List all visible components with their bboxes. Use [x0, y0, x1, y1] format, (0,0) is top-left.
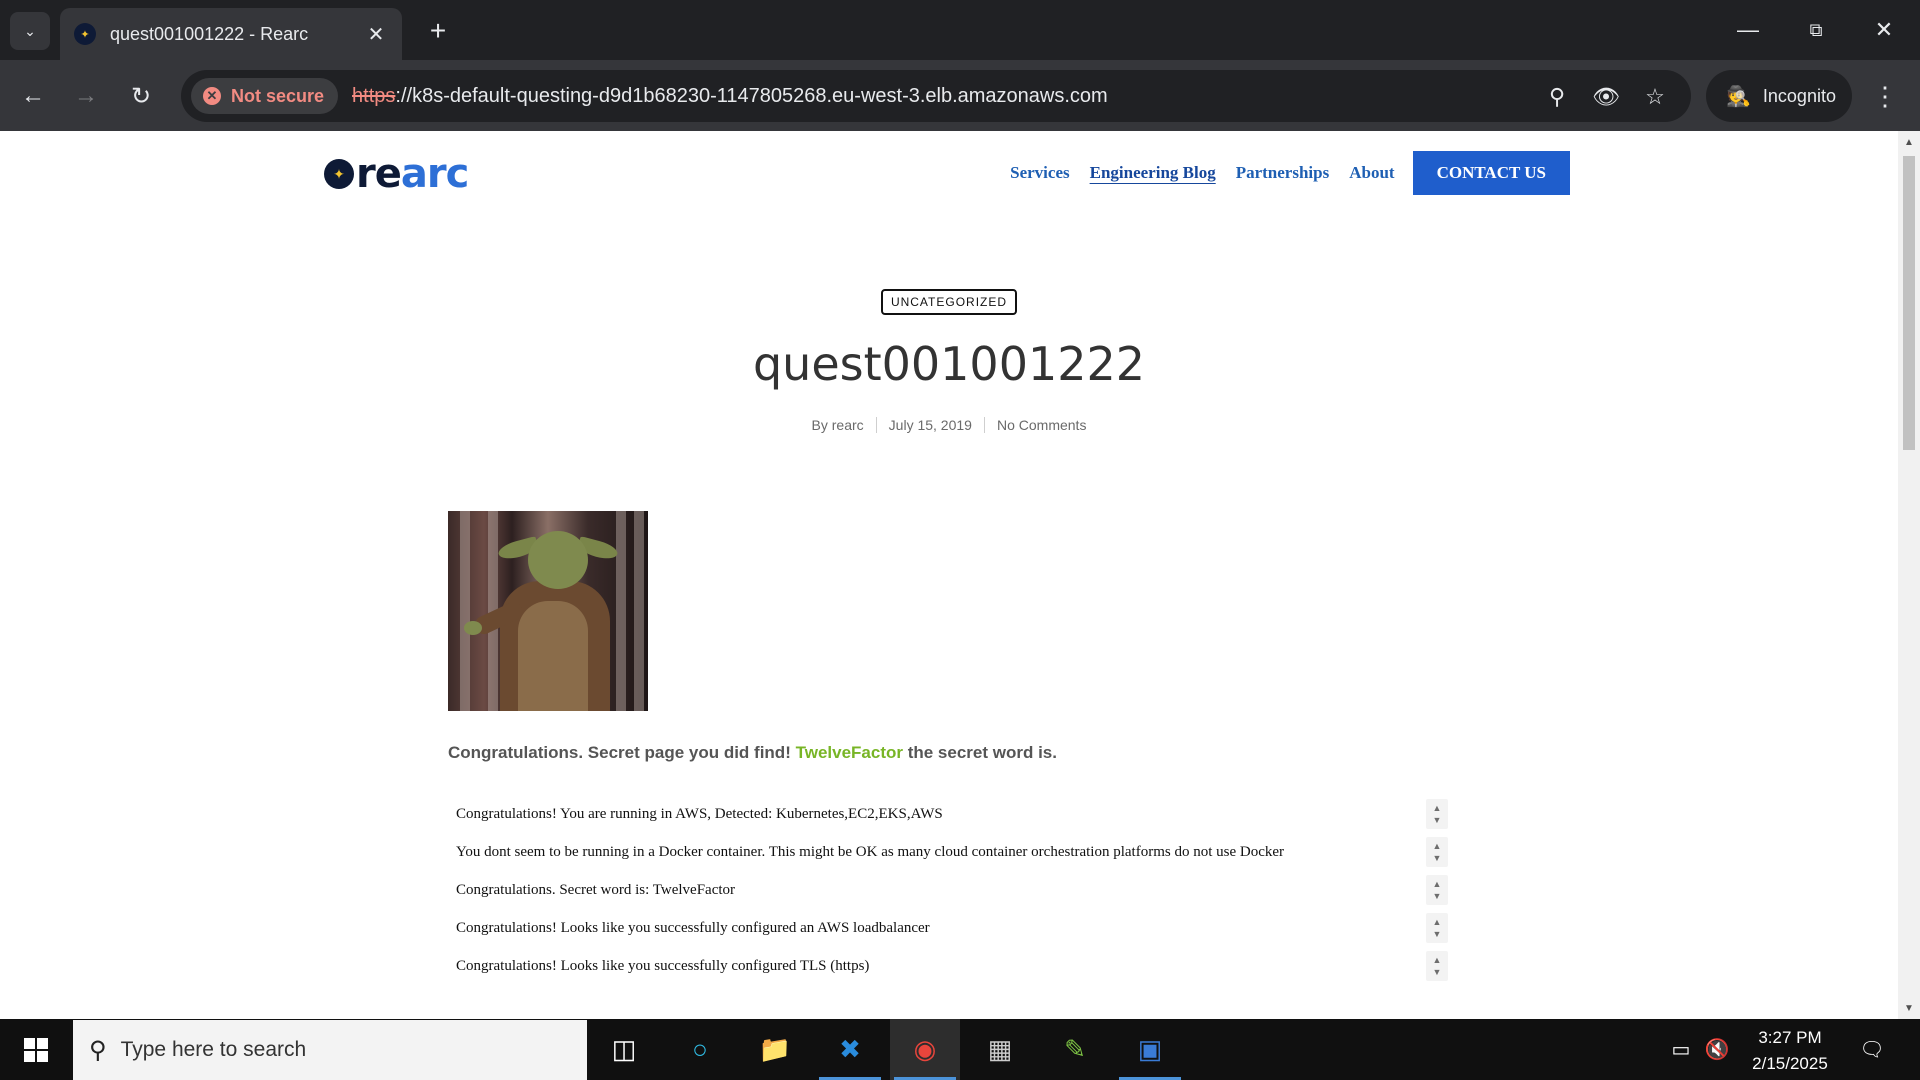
scroll-up-icon[interactable]: ▲ — [1903, 137, 1915, 148]
security-label: Not secure — [231, 85, 325, 106]
tab-close-icon[interactable]: ✕ — [364, 22, 388, 47]
security-chip[interactable]: ✕ Not secure — [191, 78, 339, 114]
scroll-spinner-icon[interactable]: ▲ ▼ — [1426, 837, 1448, 867]
check-row: You dont seem to be running in a Docker … — [448, 833, 1448, 871]
byline-author[interactable]: By rearc — [800, 417, 876, 433]
tab-search-icon[interactable]: ⌄ — [10, 12, 50, 50]
post-category-row: UNCATEGORIZED — [0, 289, 1898, 315]
tab-strip: ⌄ ✦ quest001001222 - Rearc ✕ + — ⧉ ✕ — [0, 0, 1920, 60]
secret-post: the secret word is. — [902, 743, 1057, 762]
secret-pre: Congratulations. Secret page you did fin… — [448, 743, 796, 762]
browser-chrome: ⌄ ✦ quest001001222 - Rearc ✕ + — ⧉ ✕ ← →… — [0, 0, 1920, 131]
check-row: Congratulations! You are running in AWS,… — [448, 795, 1448, 833]
check-row: Congratulations! Looks like you successf… — [448, 947, 1448, 985]
secret-message: Congratulations. Secret page you did fin… — [448, 743, 1057, 763]
back-icon[interactable]: ← — [13, 76, 53, 116]
taskbar: ⚲ Type here to search ◫ ○ 📁 ✖ ◉ ▦ ✎ ▣ ▭ … — [0, 1019, 1920, 1080]
task-view-icon[interactable]: ◫ — [589, 1019, 659, 1080]
bookmark-star-icon[interactable]: ☆ — [1640, 82, 1670, 112]
url-text[interactable]: https://k8s-default-questing-d9d1b68230-… — [352, 85, 1108, 108]
byline-comments[interactable]: No Comments — [985, 417, 1098, 433]
vscode-icon[interactable]: ✖ — [815, 1019, 885, 1080]
incognito-indicator[interactable]: 🕵 Incognito — [1706, 70, 1852, 122]
notepad-icon[interactable]: ✎ — [1040, 1019, 1110, 1080]
chrome-icon[interactable]: ◉ — [890, 1019, 960, 1080]
zoom-icon[interactable]: ⚲ — [1542, 82, 1572, 112]
search-icon: ⚲ — [89, 1036, 107, 1064]
nav-services[interactable]: Services — [1010, 163, 1069, 183]
file-explorer-icon[interactable]: 📁 — [740, 1019, 810, 1080]
logo-text: rearc — [356, 151, 469, 197]
minimize-icon[interactable]: — — [1718, 10, 1778, 50]
check-text: Congratulations! Looks like you successf… — [456, 919, 930, 936]
rearc-favicon-icon: ✦ — [74, 23, 96, 45]
network-app-icon[interactable]: ▣ — [1115, 1019, 1185, 1080]
byline-date[interactable]: July 15, 2019 — [877, 417, 984, 433]
edge-icon[interactable]: ○ — [665, 1019, 735, 1080]
check-text: Congratulations. Secret word is: TwelveF… — [456, 881, 736, 898]
eye-off-icon[interactable]: 👁 — [1591, 82, 1621, 112]
scroll-down-icon[interactable]: ▼ — [1903, 1003, 1915, 1014]
clock-date: 2/15/2025 — [1752, 1054, 1828, 1073]
url-host: ://k8s-default-questing-d9d1b68230-11478… — [395, 84, 1108, 107]
page-scrollbar[interactable]: ▲ ▼ — [1898, 131, 1920, 1019]
url-scheme: https — [352, 84, 396, 107]
secret-word: TwelveFactor — [795, 743, 903, 762]
scroll-thumb[interactable] — [1903, 156, 1915, 450]
menu-icon[interactable]: ⋮ — [1870, 76, 1900, 116]
clock-time: 3:27 PM — [1758, 1028, 1822, 1047]
logo-text-re: re — [356, 151, 402, 197]
check-row: Congratulations! Looks like you successf… — [448, 909, 1448, 947]
post-byline: By rearc July 15, 2019 No Comments — [0, 417, 1898, 433]
restore-icon[interactable]: ⧉ — [1786, 10, 1846, 50]
scroll-spinner-icon[interactable]: ▲ ▼ — [1426, 951, 1448, 981]
address-bar[interactable]: ✕ Not secure https://k8s-default-questin… — [181, 70, 1691, 122]
terminal-icon[interactable]: ▦ — [965, 1019, 1035, 1080]
nav-engineering-blog[interactable]: Engineering Blog — [1090, 163, 1216, 183]
check-results-list: Congratulations! You are running in AWS,… — [448, 795, 1448, 985]
category-badge[interactable]: UNCATEGORIZED — [880, 289, 1018, 315]
page-viewport: ✦ rearc Services Engineering Blog Partne… — [0, 131, 1898, 1019]
logo-text-arc: arc — [400, 151, 469, 197]
search-placeholder: Type here to search — [120, 1038, 307, 1061]
incognito-label: Incognito — [1762, 85, 1836, 106]
site-header: ✦ rearc Services Engineering Blog Partne… — [324, 151, 1570, 197]
taskbar-search[interactable]: ⚲ Type here to search — [73, 1020, 587, 1080]
main-nav: Services Engineering Blog Partnerships A… — [990, 151, 1570, 195]
check-row: Congratulations. Secret word is: TwelveF… — [448, 871, 1448, 909]
check-text: Congratulations! Looks like you successf… — [456, 957, 870, 974]
check-text: You dont seem to be running in a Docker … — [456, 843, 1285, 860]
check-text: Congratulations! You are running in AWS,… — [456, 805, 943, 822]
scroll-spinner-icon[interactable]: ▲ ▼ — [1426, 875, 1448, 905]
contact-us-button[interactable]: CONTACT US — [1412, 151, 1570, 195]
yoda-image — [448, 511, 648, 711]
close-window-icon[interactable]: ✕ — [1854, 10, 1914, 50]
browser-toolbar: ← → ↻ ✕ Not secure https://k8s-default-q… — [0, 60, 1920, 131]
post-title: quest001001222 — [752, 337, 1146, 391]
reload-icon[interactable]: ↻ — [121, 76, 161, 116]
scroll-spinner-icon[interactable]: ▲ ▼ — [1426, 799, 1448, 829]
taskbar-clock[interactable]: 3:27 PM 2/15/2025 — [1720, 1025, 1860, 1077]
warning-icon: ✕ — [203, 87, 221, 105]
scroll-spinner-icon[interactable]: ▲ ▼ — [1426, 913, 1448, 943]
rearc-logo-icon: ✦ — [324, 159, 354, 189]
windows-icon — [24, 1037, 48, 1062]
rearc-logo[interactable]: ✦ rearc — [324, 151, 469, 197]
new-tab-button[interactable]: + — [422, 15, 454, 47]
nav-about[interactable]: About — [1349, 163, 1394, 183]
tab-title: quest001001222 - Rearc — [110, 23, 309, 44]
network-icon[interactable]: ▭ — [1666, 1019, 1696, 1080]
nav-partnerships[interactable]: Partnerships — [1236, 163, 1330, 183]
incognito-icon: 🕵 — [1726, 85, 1751, 108]
start-button[interactable] — [0, 1019, 72, 1080]
active-tab[interactable]: ✦ quest001001222 - Rearc ✕ — [60, 8, 402, 60]
forward-icon[interactable]: → — [66, 76, 106, 116]
notifications-icon[interactable]: 🗨 — [1852, 1019, 1892, 1080]
